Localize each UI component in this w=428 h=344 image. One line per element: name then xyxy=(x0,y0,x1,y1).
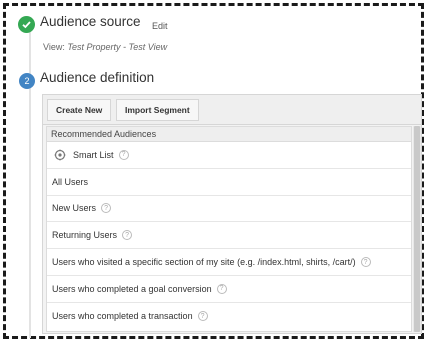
recommended-audiences-list: Recommended Audiences Smart List ? All U… xyxy=(46,126,412,332)
list-item-smart-list[interactable]: Smart List ? xyxy=(47,142,411,169)
dialog-frame: Audience source Edit View: Test Property… xyxy=(3,3,424,339)
import-segment-button[interactable]: Import Segment xyxy=(116,99,199,121)
view-line: View: Test Property - Test View xyxy=(43,42,167,52)
help-icon[interactable]: ? xyxy=(197,311,208,322)
list-item-new-users[interactable]: New Users ? xyxy=(47,196,411,223)
list-item-visited-section[interactable]: Users who visited a specific section of … xyxy=(47,249,411,276)
help-icon[interactable]: ? xyxy=(122,230,133,241)
help-icon[interactable]: ? xyxy=(216,283,227,294)
help-icon[interactable]: ? xyxy=(101,203,112,214)
edit-link[interactable]: Edit xyxy=(152,21,168,31)
list-item-label: New Users xyxy=(52,203,97,214)
help-icon[interactable]: ? xyxy=(118,149,129,160)
list-item-label: Users who completed a goal conversion xyxy=(52,283,212,294)
audience-panel: Create New Import Segment Recommended Au… xyxy=(42,94,422,334)
list-header: Recommended Audiences xyxy=(47,127,411,142)
panel-toolbar: Create New Import Segment xyxy=(43,95,421,125)
help-icon[interactable]: ? xyxy=(360,257,371,268)
list-item-label: All Users xyxy=(52,176,89,187)
view-prefix: View: xyxy=(43,42,68,52)
list-item-label: Smart List xyxy=(73,149,114,160)
check-icon xyxy=(18,16,35,33)
audience-definition-title: Audience definition xyxy=(40,70,155,85)
smart-list-icon xyxy=(54,149,66,161)
step-number-badge: 2 xyxy=(19,73,35,89)
list-item-label: Users who visited a specific section of … xyxy=(52,257,356,268)
list-item-label: Users who completed a transaction xyxy=(52,311,193,322)
list-item-all-users[interactable]: All Users xyxy=(47,169,411,196)
list-item-label: Returning Users xyxy=(52,230,118,241)
list-item-transaction[interactable]: Users who completed a transaction ? xyxy=(47,303,411,330)
list-item-goal-conversion[interactable]: Users who completed a goal conversion ? xyxy=(47,276,411,303)
list-scrollbar[interactable] xyxy=(413,126,421,332)
audience-source-title: Audience source xyxy=(40,14,141,29)
list-item-returning-users[interactable]: Returning Users ? xyxy=(47,222,411,250)
scrollbar-thumb[interactable] xyxy=(414,126,420,332)
view-value: Test Property - Test View xyxy=(67,42,168,52)
create-new-button[interactable]: Create New xyxy=(47,99,112,121)
